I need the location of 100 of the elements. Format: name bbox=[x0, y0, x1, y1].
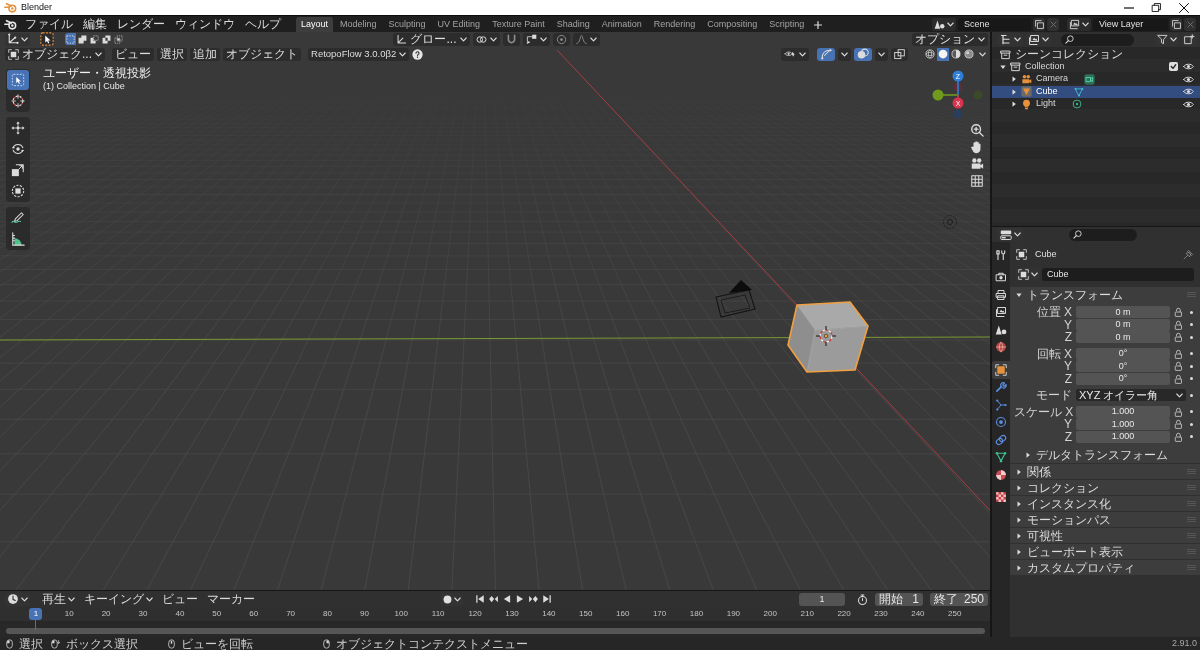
panel-header[interactable]: インスタンス化 bbox=[1010, 496, 1200, 511]
scene-name-field[interactable]: Scene bbox=[958, 17, 1031, 31]
workspace-tab[interactable]: Shading bbox=[551, 17, 595, 32]
snap-target-dropdown[interactable] bbox=[522, 32, 550, 46]
panel-header[interactable]: 関係 bbox=[1010, 464, 1200, 479]
snap-toggle[interactable] bbox=[502, 32, 520, 46]
panel-header[interactable]: トランスフォーム bbox=[1010, 287, 1200, 302]
options-dropdown[interactable]: オプション bbox=[912, 32, 988, 46]
overlay-toggle[interactable] bbox=[854, 47, 872, 61]
search-field[interactable] bbox=[1061, 33, 1134, 46]
xray-toggle[interactable] bbox=[891, 47, 908, 61]
hand-icon[interactable] bbox=[970, 140, 984, 154]
outliner-row[interactable]: シーンコレクション bbox=[992, 48, 1200, 61]
close-icon[interactable] bbox=[1179, 2, 1189, 13]
workspace-tab[interactable]: UV Editing bbox=[432, 17, 486, 32]
lock-open-icon[interactable] bbox=[1174, 361, 1184, 372]
dot-icon[interactable] bbox=[1190, 435, 1193, 439]
editor-type-button[interactable] bbox=[998, 228, 1023, 241]
minimize-icon[interactable] bbox=[1124, 6, 1134, 9]
axis-handle[interactable] bbox=[932, 89, 959, 101]
outliner-row[interactable]: Collection bbox=[992, 60, 1200, 73]
lock-open-icon[interactable] bbox=[1174, 419, 1184, 430]
shading-mode-button[interactable] bbox=[937, 47, 949, 61]
play-reverse-icon[interactable] bbox=[502, 594, 512, 604]
blender-logo-icon[interactable] bbox=[4, 18, 17, 30]
expand-arrow-icon[interactable] bbox=[1011, 88, 1017, 95]
stopwatch-icon[interactable] bbox=[857, 593, 868, 605]
auto-keying-button[interactable] bbox=[441, 592, 463, 606]
view-layer-browse-button[interactable] bbox=[1067, 17, 1091, 31]
object-browse-button[interactable] bbox=[1016, 268, 1040, 281]
outliner-row[interactable]: Cube bbox=[992, 85, 1200, 98]
view-layer-name-field[interactable]: View Layer bbox=[1093, 17, 1168, 31]
number-field[interactable]: 1.000 bbox=[1076, 430, 1170, 443]
scene-browse-button[interactable] bbox=[932, 17, 956, 31]
dot-icon[interactable] bbox=[1190, 410, 1193, 414]
new-scene-button[interactable] bbox=[1033, 17, 1045, 31]
proportional-edit-toggle[interactable] bbox=[552, 32, 570, 46]
lock-open-icon[interactable] bbox=[1174, 307, 1184, 318]
dot-icon[interactable] bbox=[1190, 393, 1193, 397]
lock-open-icon[interactable] bbox=[1174, 373, 1184, 384]
expand-arrow-icon[interactable] bbox=[1011, 101, 1017, 108]
view-layer-filter-dropdown[interactable] bbox=[1026, 33, 1051, 46]
number-field[interactable]: 0 m bbox=[1076, 318, 1170, 331]
menu-item[interactable]: 選択 bbox=[157, 47, 187, 61]
menu-item[interactable]: ビュー bbox=[159, 592, 201, 606]
number-field[interactable]: 0° bbox=[1076, 360, 1170, 373]
workspace-tab[interactable]: Compositing bbox=[702, 17, 763, 32]
properties-tab[interactable] bbox=[992, 361, 1010, 379]
menu-item[interactable]: オブジェクト bbox=[223, 47, 301, 61]
menu-item[interactable]: ヘルプ bbox=[240, 16, 286, 32]
editor-type-button[interactable] bbox=[5, 592, 30, 606]
number-field[interactable]: 0 m bbox=[1076, 331, 1170, 344]
workspace-tab[interactable]: Modeling bbox=[335, 17, 382, 32]
dot-icon[interactable] bbox=[1190, 377, 1193, 381]
skip-back-icon[interactable] bbox=[475, 594, 485, 604]
dot-icon[interactable] bbox=[1190, 352, 1193, 356]
diamond-left-arrow-icon[interactable] bbox=[488, 594, 499, 604]
search-field[interactable] bbox=[1069, 228, 1137, 241]
lock-open-icon[interactable] bbox=[1174, 348, 1184, 359]
grid-icon[interactable] bbox=[970, 174, 984, 188]
gizmo-options-dropdown[interactable] bbox=[838, 47, 851, 61]
menu-item[interactable]: 追加 bbox=[190, 47, 220, 61]
dot-icon[interactable] bbox=[1190, 323, 1193, 327]
shading-mode-button[interactable] bbox=[924, 47, 936, 61]
select-mode-button[interactable] bbox=[77, 33, 88, 45]
menu-dropdown[interactable]: 再生 bbox=[39, 592, 78, 606]
number-field[interactable]: 0 m bbox=[1076, 306, 1170, 319]
lock-open-icon[interactable] bbox=[1174, 406, 1184, 417]
panel-header[interactable]: ビューポート表示 bbox=[1010, 544, 1200, 559]
workspace-tab[interactable]: Sculpting bbox=[383, 17, 431, 32]
play-icon[interactable] bbox=[515, 594, 525, 604]
gizmo-toggle[interactable] bbox=[817, 47, 835, 61]
workspace-tab[interactable]: Rendering bbox=[648, 17, 701, 32]
object-name-field[interactable]: Cube bbox=[1042, 268, 1194, 281]
overlay-options-dropdown[interactable] bbox=[875, 47, 888, 61]
restore-icon[interactable] bbox=[1152, 3, 1161, 12]
orientation-dropdown[interactable]: グロー... bbox=[393, 32, 470, 46]
menu-item[interactable]: マーカー bbox=[204, 592, 258, 606]
lock-open-icon[interactable] bbox=[1174, 319, 1184, 330]
end-frame-field[interactable]: 終了 250 bbox=[930, 592, 988, 606]
timeline-scrollbar[interactable] bbox=[6, 628, 985, 634]
falloff-dropdown[interactable] bbox=[572, 32, 600, 46]
workspace-tab[interactable]: Scripting bbox=[764, 17, 810, 32]
eye-icon[interactable] bbox=[1183, 62, 1194, 72]
help-icon[interactable] bbox=[412, 48, 424, 60]
skip-forward-icon[interactable] bbox=[542, 594, 552, 604]
eye-icon[interactable] bbox=[1183, 99, 1194, 109]
dot-icon[interactable] bbox=[1190, 335, 1193, 339]
new-view-layer-button[interactable] bbox=[1170, 17, 1182, 31]
rotation-mode-dropdown[interactable]: XYZ オイラー角 bbox=[1076, 389, 1186, 402]
number-field[interactable]: 1.000 bbox=[1076, 405, 1170, 418]
new-collection-button[interactable] bbox=[1182, 33, 1197, 46]
menu-dropdown[interactable]: キーイング bbox=[81, 592, 156, 606]
dot-icon[interactable] bbox=[1190, 310, 1193, 314]
number-field[interactable]: 0° bbox=[1076, 347, 1170, 360]
eye-icon[interactable] bbox=[1183, 87, 1194, 97]
camera-icon[interactable] bbox=[970, 157, 984, 171]
menu-item[interactable]: ビュー bbox=[112, 47, 154, 61]
panel-header[interactable]: カスタムプロパティ bbox=[1010, 560, 1200, 575]
current-frame-field[interactable]: 1 bbox=[799, 592, 845, 606]
